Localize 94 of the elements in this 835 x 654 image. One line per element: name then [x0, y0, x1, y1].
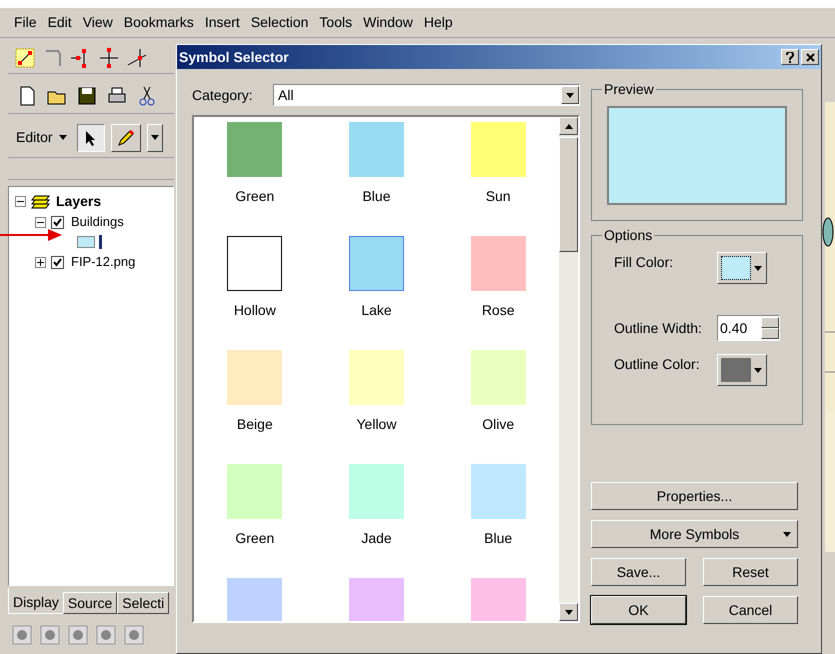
plus-icon	[37, 258, 44, 266]
symbol-name: Rose	[482, 301, 514, 320]
symbol-name: Green	[235, 529, 274, 548]
panel-tab[interactable]: Source	[62, 592, 118, 614]
expand-toggle[interactable]	[35, 256, 46, 268]
close-icon	[806, 52, 814, 62]
pointer-button[interactable]	[76, 124, 105, 152]
dialog-title: Symbol Selector	[179, 48, 290, 67]
menu-item[interactable]: Tools	[319, 12, 352, 33]
symbol-name: Jade	[361, 529, 392, 548]
panel-tab[interactable]: Display	[8, 588, 63, 614]
symbol-name: Beige	[236, 415, 273, 434]
symbol-swatch[interactable]	[227, 122, 282, 177]
symbol-name: Sun	[486, 187, 511, 206]
legend-swatch[interactable]	[77, 236, 95, 248]
properties-button[interactable]: Properties...	[591, 482, 798, 510]
symbol-name: Hollow	[234, 301, 276, 320]
symbol-name: Blue	[362, 187, 390, 206]
fill-color-label: Fill Color:	[614, 253, 674, 272]
help-icon	[786, 52, 794, 62]
layer-checkbox[interactable]	[51, 216, 64, 228]
symbol-swatch[interactable]	[227, 350, 282, 405]
caret-icon	[754, 368, 762, 372]
caret-icon	[783, 532, 791, 537]
menu-item[interactable]: Help	[424, 12, 453, 33]
collapse-toggle[interactable]	[15, 196, 26, 207]
symbol-name: Blue	[484, 529, 512, 548]
arrow-pointer-icon	[84, 130, 97, 146]
menu-item[interactable]: File	[14, 12, 37, 33]
pencil-icon	[116, 128, 135, 146]
menu-item[interactable]: View	[82, 12, 113, 33]
caret-icon	[150, 135, 159, 140]
symbol-name: Olive	[482, 415, 514, 434]
save-icon[interactable]	[76, 84, 98, 106]
symbol-swatch[interactable]	[348, 122, 404, 177]
outline-mark	[99, 235, 102, 249]
outline-width-field[interactable]: 0.40	[717, 315, 780, 341]
help-button[interactable]	[781, 49, 799, 65]
cancel-button[interactable]: Cancel	[703, 596, 798, 624]
symbol-name: Yellow	[356, 415, 396, 434]
editor-menu[interactable]: Editor	[12, 127, 71, 148]
category-dropdown[interactable]: All	[273, 84, 580, 106]
edit-vertex-icon[interactable]	[14, 46, 36, 68]
more-symbols-button[interactable]: More Symbols	[591, 520, 798, 548]
close-button[interactable]	[801, 49, 819, 65]
cross-icon[interactable]	[98, 46, 120, 68]
symbol-swatch[interactable]	[348, 350, 404, 405]
menu-item[interactable]: Edit	[48, 12, 72, 33]
symbol-swatch[interactable]	[470, 578, 526, 621]
symbol-swatch[interactable]	[470, 464, 526, 519]
layers-icon	[31, 194, 51, 210]
menu-item[interactable]: Selection	[250, 12, 308, 33]
caret-icon	[566, 92, 574, 98]
symbol-swatch[interactable]	[227, 464, 282, 519]
minus-icon	[17, 198, 24, 205]
layer-name[interactable]: Buildings	[71, 212, 124, 232]
menu-item[interactable]: Window	[363, 12, 413, 33]
symbol-swatch[interactable]	[470, 350, 526, 405]
reset-button[interactable]: Reset	[703, 558, 798, 586]
menu-item[interactable]: Bookmarks	[124, 12, 194, 33]
layer-name[interactable]: FIP-12.png	[71, 252, 136, 272]
caret-icon	[564, 610, 572, 614]
menu-item[interactable]: Insert	[204, 12, 240, 33]
collapse-toggle[interactable]	[35, 216, 46, 228]
symbol-name: Green	[235, 187, 274, 206]
caret-icon	[754, 266, 762, 270]
symbol-swatch[interactable]	[227, 236, 282, 291]
symbol-swatch[interactable]	[470, 122, 526, 177]
fill-color-button[interactable]	[717, 252, 767, 284]
pencil-button[interactable]	[110, 124, 141, 152]
sketch-icon[interactable]	[126, 46, 148, 68]
layer-checkbox[interactable]	[51, 256, 64, 268]
symbol-swatch[interactable]	[348, 578, 404, 621]
scrollbar[interactable]	[559, 117, 578, 621]
ok-button[interactable]: OK	[591, 596, 686, 624]
up-caret-icon	[564, 124, 572, 128]
pointer-arrow	[0, 228, 62, 242]
panel-tab[interactable]: Selecti	[117, 592, 170, 614]
symbol-swatch[interactable]	[348, 464, 404, 519]
options-label: Options	[602, 227, 654, 243]
category-label: Category:	[192, 86, 254, 105]
symbol-swatch[interactable]	[470, 236, 526, 291]
symbol-swatch[interactable]	[227, 578, 282, 621]
dropdown-button[interactable]	[146, 124, 163, 152]
outline-color-button[interactable]	[717, 354, 767, 386]
symbol-name: Lake	[361, 301, 392, 320]
outline-width-label: Outline Width:	[614, 318, 703, 338]
caret-icon	[58, 135, 67, 140]
layers-label: Layers	[56, 192, 102, 211]
scroll-thumb[interactable]	[559, 137, 578, 252]
symbol-swatch[interactable]	[348, 236, 404, 291]
outline-color-label: Outline Color:	[614, 355, 701, 374]
save-button[interactable]: Save...	[591, 558, 686, 586]
preview-label: Preview	[602, 81, 656, 97]
